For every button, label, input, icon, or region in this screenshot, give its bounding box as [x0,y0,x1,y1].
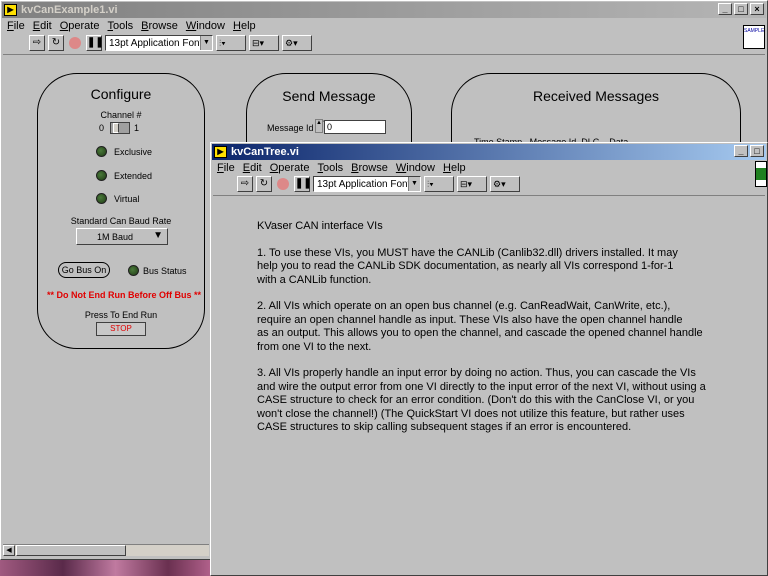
exclusive-led[interactable] [96,146,107,157]
run-arrow-icon[interactable]: ⇨ [237,176,253,192]
labview-vi-icon: ▶ [4,4,17,16]
font-select[interactable]: 13pt Application Font ▼ [105,35,213,51]
baud-rate-select[interactable]: 1M Baud ▼ [76,228,168,245]
vi-icon-graphic [756,168,766,180]
doc-paragraph-1: 1. To use these VIs, you MUST have the C… [257,246,678,286]
vi-connector-icon[interactable]: SAMPLE [743,25,765,49]
titlebar-kvcantree[interactable]: ▶ kvCanTree.vi _ □ [212,144,766,160]
front-panel: KVaser CAN interface VIs 1. To use these… [213,195,765,575]
channel-min: 0 [99,123,105,133]
menu-tools[interactable]: Tools [107,20,133,32]
message-id-stepper[interactable]: ▲▼ [315,119,328,133]
maximize-button[interactable]: □ [734,3,748,15]
bus-status-label: Bus Status [143,266,187,276]
pause-icon[interactable]: ❚❚ [294,176,312,192]
abort-icon[interactable] [69,37,81,49]
vi-connector-icon[interactable] [755,161,767,187]
reorder-dropdown[interactable]: ⚙▾ [282,35,312,51]
stop-button[interactable]: STOP [96,322,146,336]
menu-file[interactable]: File [7,20,25,32]
window-title: kvCanExample1.vi [21,4,118,16]
received-messages-title: Received Messages [532,88,660,104]
chevron-down-icon: ▼ [408,177,420,191]
menu-help[interactable]: Help [233,20,256,32]
window-title: kvCanTree.vi [231,146,299,158]
maximize-button[interactable]: □ [750,145,764,157]
menu-browse[interactable]: Browse [141,20,178,32]
baud-rate-label: Standard Can Baud Rate [70,216,172,226]
pause-icon[interactable]: ❚❚ [86,35,104,51]
run-continuously-icon[interactable]: ↻ [48,35,64,51]
align-objects-dropdown[interactable]: ⫶▾ [424,176,454,192]
channel-max: 1 [134,123,140,133]
bus-status-led [128,265,139,276]
channel-slider-thumb[interactable] [113,123,119,133]
minimize-button[interactable]: _ [734,145,748,157]
message-id-field[interactable]: 0 [324,120,386,134]
reorder-dropdown[interactable]: ⚙▾ [490,176,520,192]
virtual-label: Virtual [114,194,140,204]
font-select-value: 13pt Application Font [109,37,203,49]
menu-edit[interactable]: Edit [33,20,52,32]
titlebar-kvcanexample1[interactable]: ▶ kvCanExample1.vi _ □ × [2,2,766,18]
run-arrow-icon[interactable]: ⇨ [29,35,45,51]
configure-group: Configure Channel # 0 1 Exclusive Extend… [37,73,205,349]
channel-slider[interactable] [110,122,130,134]
minimize-button[interactable]: _ [718,3,732,15]
end-run-label: Press To End Run [84,310,158,320]
go-bus-on-button[interactable]: Go Bus On [58,262,110,278]
run-continuously-icon[interactable]: ↻ [256,176,272,192]
warning-text: ** Do Not End Run Before Off Bus ** [46,290,201,300]
send-message-title: Send Message [282,88,376,104]
chevron-down-icon: ▼ [200,36,212,50]
vi-icon-text: SAMPLE [744,28,765,34]
distribute-objects-dropdown[interactable]: ⊟▾ [457,176,487,192]
exclusive-label: Exclusive [114,147,153,157]
scroll-left-icon[interactable]: ◀ [3,545,15,556]
distribute-objects-dropdown[interactable]: ⊟▾ [249,35,279,51]
doc-heading: KVaser CAN interface VIs [257,220,383,232]
message-id-label: Message Id [267,123,314,133]
scroll-thumb[interactable] [16,545,126,556]
extended-label: Extended [114,171,153,181]
configure-title: Configure [90,86,152,102]
extended-led[interactable] [96,170,107,181]
baud-rate-value: 1M Baud [97,232,134,242]
menubar: File Edit Operate Tools Browse Window He… [3,19,765,33]
align-objects-dropdown[interactable]: ⫶▾ [216,35,246,51]
font-select[interactable]: 13pt Application Font ▼ [313,176,421,192]
documentation-text: KVaser CAN interface VIs 1. To use these… [257,220,757,448]
font-select-value: 13pt Application Font [317,178,411,190]
window-kvcantree: ▶ kvCanTree.vi _ □ File Edit Operate Too… [210,142,768,576]
menu-window[interactable]: Window [186,20,225,32]
horizontal-scrollbar[interactable]: ◀ [3,544,209,556]
toolbar: ⇨ ↻ ❚❚ 13pt Application Font ▼ ⫶▾ ⊟▾ ⚙▾ [213,173,765,195]
menu-operate[interactable]: Operate [60,20,100,32]
chevron-down-icon: ▼ [153,230,163,241]
labview-vi-icon: ▶ [214,146,227,158]
toolbar: ⇨ ↻ ❚❚ 13pt Application Font ▼ ⫶▾ ⊟▾ ⚙▾ [3,32,765,54]
abort-icon[interactable] [277,178,289,190]
doc-paragraph-2: 2. All VIs which operate on an open bus … [257,300,703,353]
channel-label: Channel # [100,110,142,120]
doc-paragraph-3: 3. All VIs properly handle an input erro… [257,367,706,433]
close-button[interactable]: × [750,3,764,15]
virtual-led[interactable] [96,193,107,204]
